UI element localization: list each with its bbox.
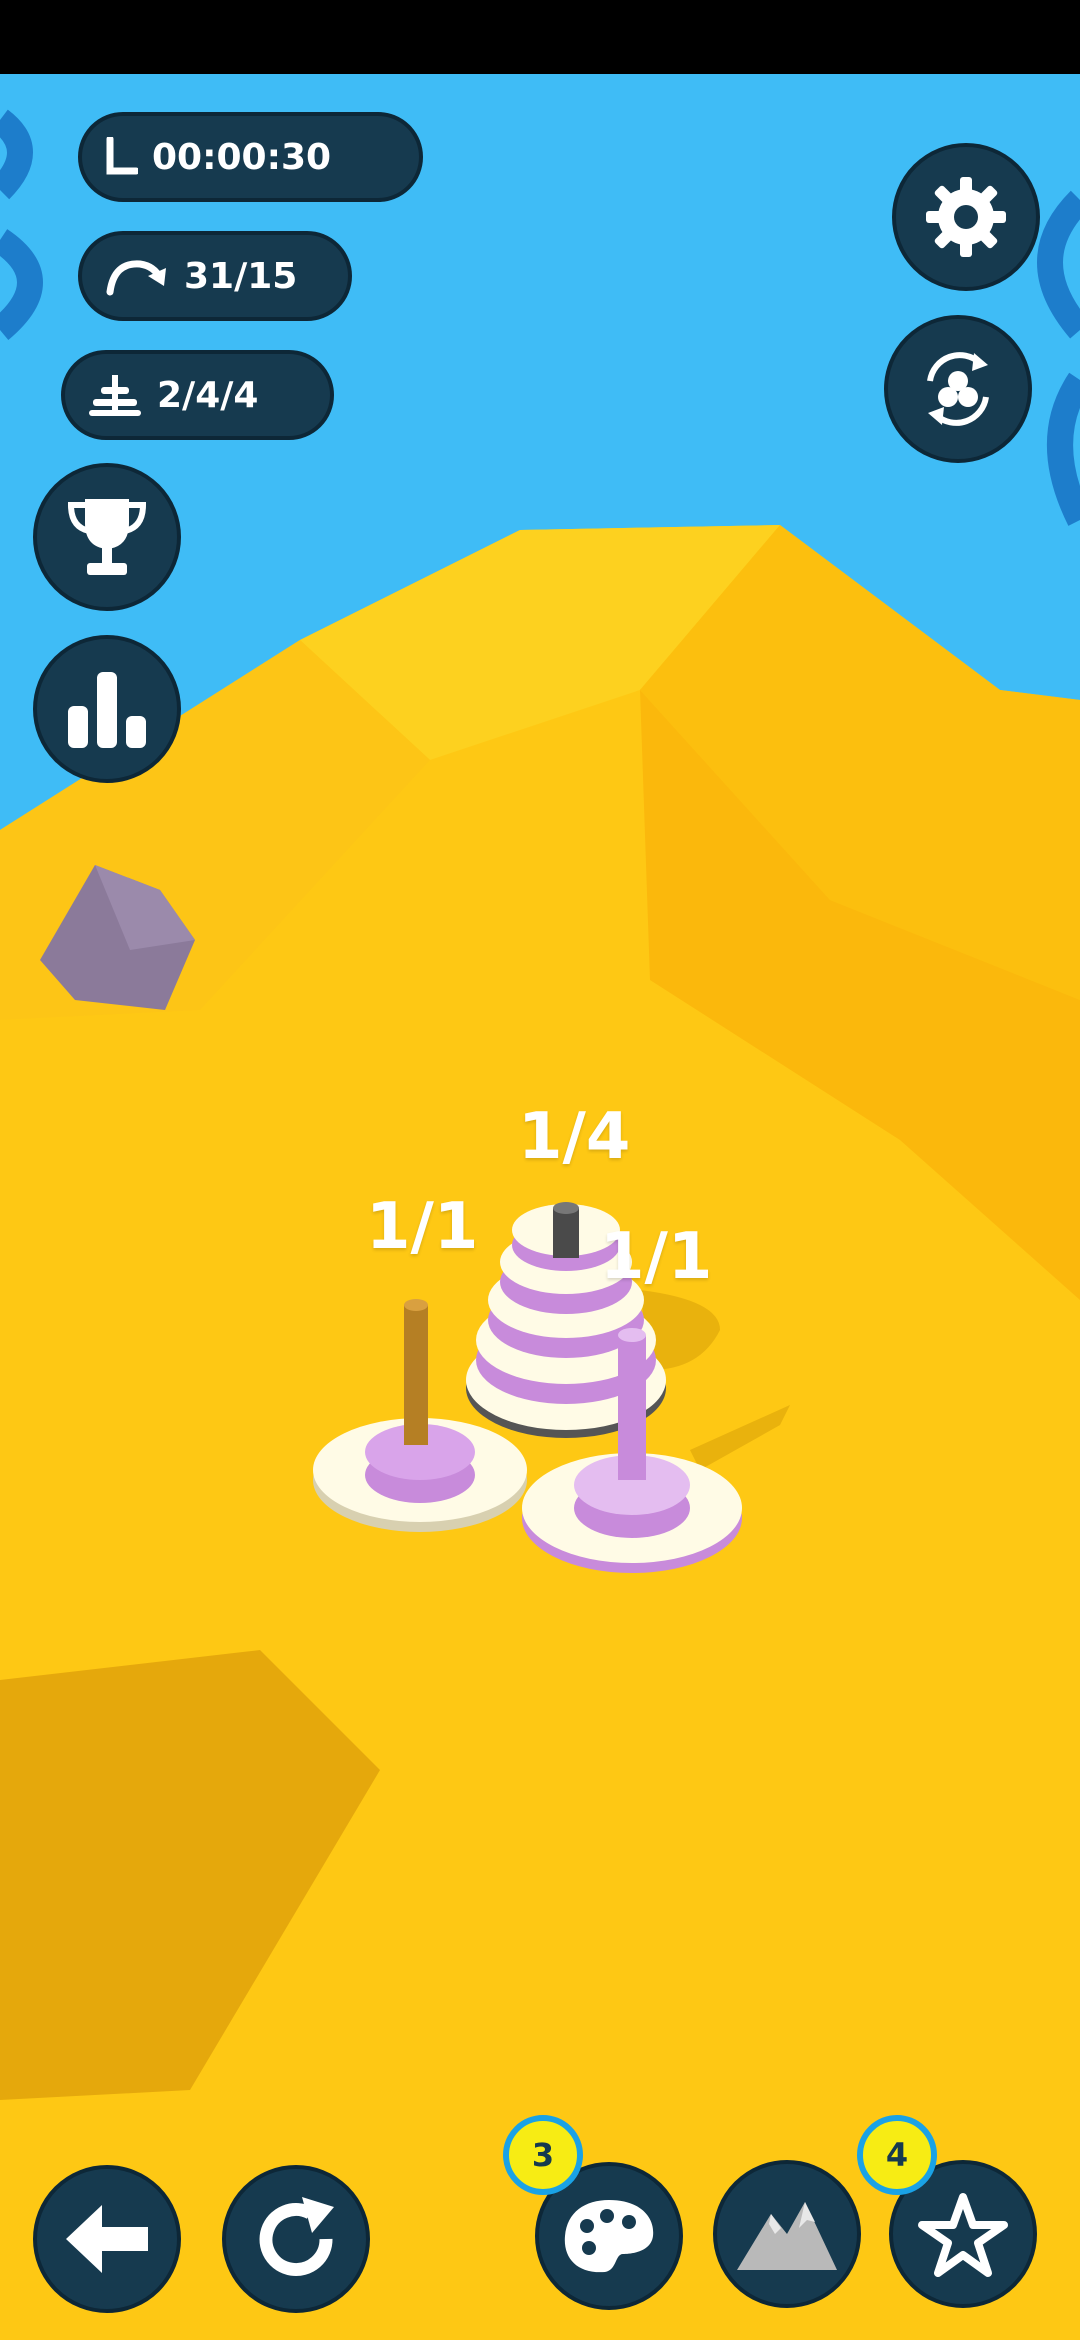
shuffle-icon xyxy=(927,352,989,426)
discs-icon xyxy=(89,375,141,416)
timer-icon xyxy=(106,137,138,175)
stats-icon xyxy=(68,672,146,748)
palette-badge: 3 xyxy=(503,2115,583,2195)
moves-counter: 31/15 xyxy=(78,231,352,321)
palette-icon xyxy=(564,2200,654,2273)
back-button[interactable] xyxy=(33,2165,181,2313)
timer-display: 00:00:30 xyxy=(78,112,423,202)
shuffle-button[interactable] xyxy=(884,315,1032,463)
stats-button[interactable] xyxy=(33,635,181,783)
trophy-icon xyxy=(67,499,147,575)
peg-label-left: 1/1 xyxy=(366,1190,479,1264)
terrain-button[interactable] xyxy=(713,2160,861,2308)
peg-label-middle: 1/4 xyxy=(518,1100,631,1174)
moves-icon xyxy=(106,260,166,296)
back-arrow-icon xyxy=(66,2205,148,2273)
status-bar xyxy=(0,0,1080,74)
trophy-button[interactable] xyxy=(33,463,181,611)
star-badge: 4 xyxy=(857,2115,937,2195)
star-icon xyxy=(918,2193,1008,2277)
moves-value: 31/15 xyxy=(184,255,298,297)
restart-button[interactable] xyxy=(222,2165,370,2313)
discs-counter: 2/4/4 xyxy=(61,350,334,440)
restart-icon xyxy=(259,2197,334,2276)
gear-icon xyxy=(926,177,1006,257)
peg-label-right: 1/1 xyxy=(600,1220,713,1294)
discs-value: 2/4/4 xyxy=(157,374,259,416)
timer-value: 00:00:30 xyxy=(152,136,332,178)
settings-button[interactable] xyxy=(892,143,1040,291)
mountain-icon xyxy=(737,2202,837,2270)
